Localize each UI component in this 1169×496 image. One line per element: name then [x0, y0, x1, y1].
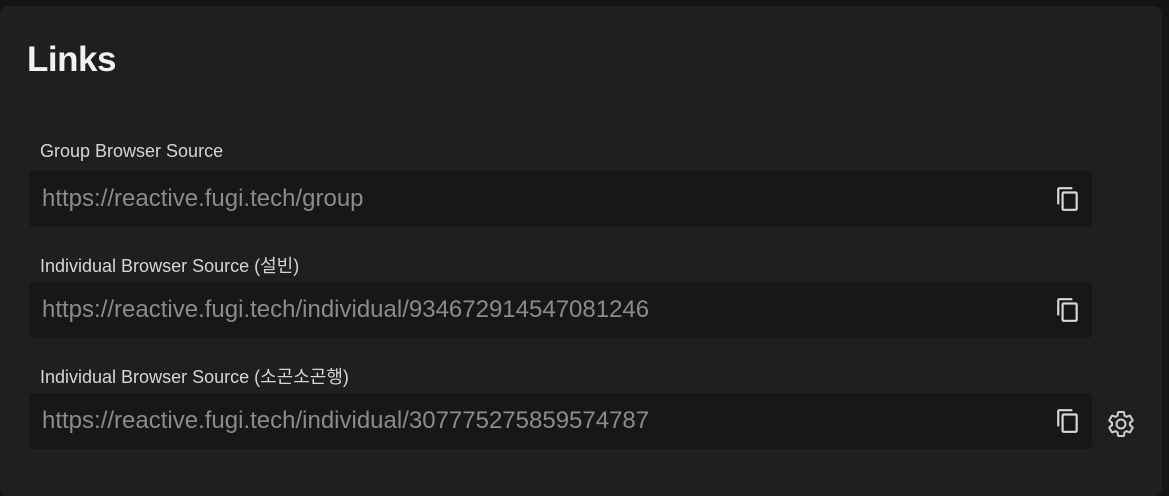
- copy-icon[interactable]: [1055, 408, 1081, 434]
- gear-icon[interactable]: [1106, 409, 1136, 439]
- individual-source-url-2[interactable]: https://reactive.fugi.tech/individual/30…: [42, 407, 649, 435]
- section-title: Links: [27, 40, 116, 79]
- links-panel: Links Group Browser Source https://react…: [0, 6, 1162, 496]
- copy-icon[interactable]: [1055, 186, 1081, 212]
- copy-icon[interactable]: [1055, 297, 1081, 323]
- individual-source-url-1[interactable]: https://reactive.fugi.tech/individual/93…: [42, 296, 649, 324]
- individual-source-label-2: Individual Browser Source (소곤소곤행): [40, 367, 349, 387]
- individual-source-label-1: Individual Browser Source (설빈): [40, 256, 300, 276]
- group-source-field[interactable]: https://reactive.fugi.tech/group: [29, 171, 1092, 227]
- individual-source-field-1[interactable]: https://reactive.fugi.tech/individual/93…: [29, 282, 1092, 338]
- group-source-label: Group Browser Source: [40, 141, 224, 161]
- group-source-url[interactable]: https://reactive.fugi.tech/group: [42, 185, 364, 213]
- individual-source-field-2[interactable]: https://reactive.fugi.tech/individual/30…: [29, 393, 1092, 449]
